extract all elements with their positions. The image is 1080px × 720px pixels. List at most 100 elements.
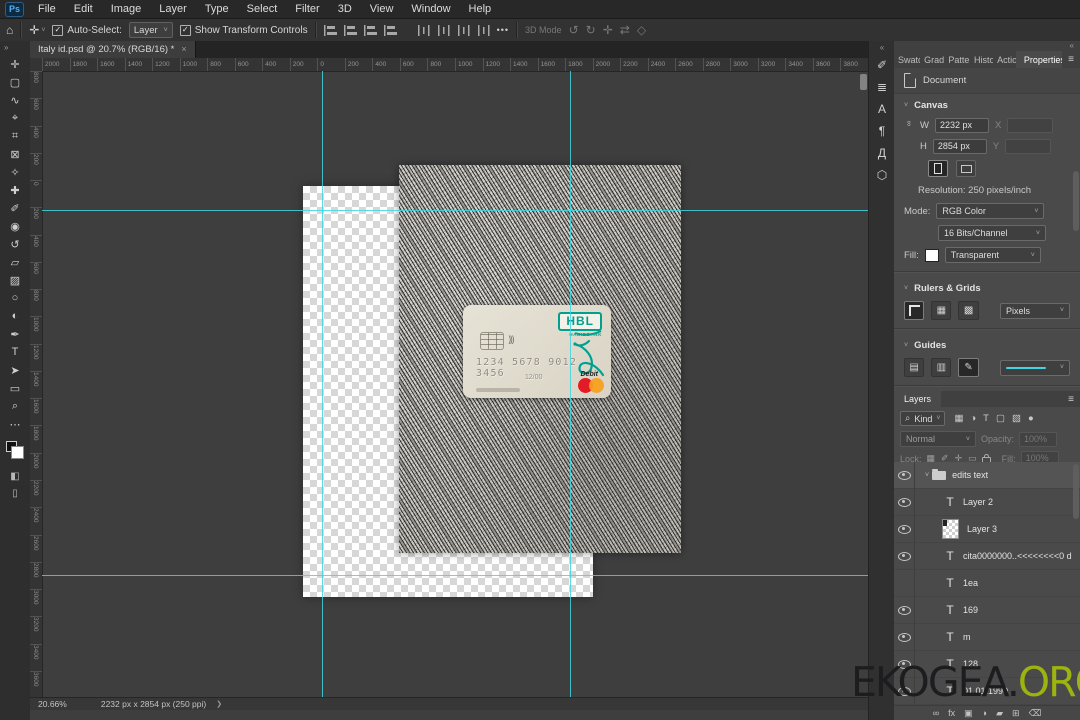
canvas-scrollbar-thumb[interactable] (860, 74, 867, 90)
collapse-panels-icon[interactable]: « (894, 41, 1080, 51)
visibility-toggle[interactable] (894, 516, 915, 542)
toggle-rulers-button[interactable] (904, 301, 925, 320)
marquee-tool-icon[interactable]: ▢ (0, 73, 30, 91)
frame-tool-icon[interactable]: ⊠ (0, 145, 30, 163)
layer-row[interactable]: T cita0000000..<<<<<<<<0 d (894, 543, 1080, 570)
hbl-debit-card-image[interactable]: HBL HABIBBANK ))) 1234 5678 9012 3456 12… (463, 305, 611, 398)
layer-row[interactable]: T 169 (894, 597, 1080, 624)
distribute-right-icon[interactable] (456, 24, 470, 36)
filter-type-layers-icon[interactable]: T (983, 413, 989, 424)
layer-row-group[interactable]: ˅ edits text (894, 462, 1080, 489)
healing-brush-tool-icon[interactable]: ✚ (0, 181, 30, 199)
filter-toggle-icon[interactable]: ● (1028, 413, 1034, 424)
layers-scrollbar-thumb[interactable] (1073, 464, 1079, 519)
layer-mask-icon[interactable]: ▣ (964, 708, 973, 718)
tab-swatches[interactable]: Swatc (894, 51, 920, 68)
menu-item[interactable]: Help (460, 0, 501, 18)
panel-menu-icon[interactable]: ≡ (1062, 51, 1080, 68)
visibility-toggle[interactable] (894, 597, 915, 623)
filter-pixel-layers-icon[interactable]: ▦ (954, 413, 963, 424)
document-tab[interactable]: Italy id.psd @ 20.7% (RGB/16) * × (30, 40, 196, 58)
menu-item[interactable]: 3D (329, 0, 361, 18)
brushes-icon[interactable]: ≣ (869, 76, 895, 98)
color-mode-dropdown[interactable]: RGB Color ˅ (936, 203, 1045, 219)
toggle-smart-guides-button[interactable]: ▥ (931, 358, 952, 377)
eyedropper-tool-icon[interactable]: ✧ (0, 163, 30, 181)
layer-row[interactable]: Layer 3 (894, 516, 1080, 543)
toggle-grid-button[interactable]: ▦ (931, 301, 952, 320)
photoshop-logo-icon[interactable]: Ps (5, 1, 24, 17)
visibility-toggle[interactable] (894, 462, 915, 488)
crop-tool-icon[interactable]: ⌗ (0, 127, 30, 145)
toggle-guides-button[interactable]: ▤ (904, 358, 925, 377)
tab-history[interactable]: Histo (970, 51, 993, 68)
screen-mode-icon[interactable]: ▯ (0, 485, 30, 502)
layer-row[interactable]: T 1ea (894, 570, 1080, 597)
tab-layers[interactable]: Layers (894, 391, 942, 407)
paragraph-panel-icon[interactable]: ¶ (869, 120, 895, 142)
link-dimensions-icon[interactable]: ∞ (905, 121, 914, 131)
path-select-tool-icon[interactable]: ➤ (0, 361, 30, 379)
rulers-grids-section-header[interactable]: ˅ Rulers & Grids (894, 277, 1080, 298)
close-tab-icon[interactable]: × (181, 44, 186, 54)
tab-gradients[interactable]: Gradi (920, 51, 944, 68)
bit-depth-dropdown[interactable]: 16 Bits/Channel ˅ (938, 225, 1046, 241)
menu-item[interactable]: File (29, 0, 65, 18)
layer-row[interactable]: T Layer 2 (894, 489, 1080, 516)
horizontal-guide-2[interactable] (42, 575, 868, 576)
new-layer-icon[interactable]: ⊞ (1012, 708, 1020, 718)
gradient-tool-icon[interactable]: ▨ (0, 271, 30, 289)
more-align-options-icon[interactable]: ••• (497, 25, 509, 35)
menu-item[interactable]: Type (196, 0, 238, 18)
guides-section-header[interactable]: ˅ Guides (894, 334, 1080, 355)
status-options-icon[interactable]: ❯ (216, 700, 222, 708)
blur-tool-icon[interactable]: ○ (0, 289, 30, 307)
canvas-area[interactable]: 2000 1800 1600 1400 1200 1000 800 600 400 200 0 200… (30, 58, 868, 710)
menu-item[interactable]: Window (402, 0, 459, 18)
tab-actions[interactable]: Actio (993, 51, 1016, 68)
filter-adjustment-layers-icon[interactable]: ◑ (970, 413, 976, 424)
menu-item[interactable]: Layer (150, 0, 196, 18)
brush-settings-icon[interactable]: ✐ (869, 54, 895, 76)
horizontal-guide-1[interactable] (42, 210, 868, 211)
fill-dropdown[interactable]: Transparent ˅ (944, 247, 1041, 263)
horizontal-ruler[interactable]: 2000 1800 1600 1400 1200 1000 800 600 400 200 0 200… (42, 58, 868, 72)
link-layers-icon[interactable]: ∞ (933, 708, 939, 718)
home-icon[interactable]: ⌂ (6, 24, 13, 36)
collapse-toolbar-icon[interactable]: » (0, 41, 30, 55)
more-tools-icon[interactable]: ⋯ (0, 415, 30, 433)
landscape-orientation-button[interactable] (956, 160, 976, 177)
properties-scrollbar-thumb[interactable] (1073, 171, 1079, 231)
zoom-tool-icon[interactable]: ⌕ (0, 397, 30, 415)
align-top-edges-icon[interactable] (383, 24, 397, 36)
layers-menu-icon[interactable]: ≡ (1062, 391, 1080, 407)
distribute-centers-icon[interactable] (436, 24, 450, 36)
guide-style-dropdown[interactable]: ˅ (1000, 359, 1070, 376)
width-field[interactable]: 2232 px (934, 118, 989, 133)
layer-effects-icon[interactable]: fx (948, 708, 955, 718)
history-brush-tool-icon[interactable]: ↺ (0, 235, 30, 253)
expand-dock-icon[interactable]: « (869, 41, 895, 54)
dodge-tool-icon[interactable]: ◐ (0, 307, 30, 325)
align-left-edges-icon[interactable] (323, 24, 337, 36)
layer-row[interactable]: T m (894, 624, 1080, 651)
background-color-swatch[interactable] (11, 446, 24, 459)
menu-item[interactable]: Select (238, 0, 287, 18)
vertical-guide-2[interactable] (570, 71, 571, 698)
visibility-toggle[interactable] (894, 570, 915, 596)
adjustment-layer-icon[interactable]: ◑ (982, 708, 987, 718)
visibility-toggle[interactable] (894, 543, 915, 569)
align-horizontal-centers-icon[interactable] (343, 24, 357, 36)
menu-item[interactable]: View (361, 0, 403, 18)
visibility-toggle[interactable] (894, 624, 915, 650)
collapse-group-icon[interactable]: ˅ (925, 472, 929, 479)
tab-patterns[interactable]: Patter (944, 51, 970, 68)
menu-item[interactable]: Edit (65, 0, 102, 18)
menu-item[interactable]: Image (102, 0, 151, 18)
zoom-level[interactable]: 20.66% (38, 699, 67, 709)
move-tool-icon[interactable]: ✛ (0, 55, 30, 73)
clone-stamp-tool-icon[interactable]: ◉ (0, 217, 30, 235)
portrait-orientation-button[interactable] (928, 160, 948, 177)
edit-guides-button[interactable]: ✎ (958, 358, 979, 377)
auto-select-checkbox[interactable]: Auto-Select: (52, 24, 122, 36)
